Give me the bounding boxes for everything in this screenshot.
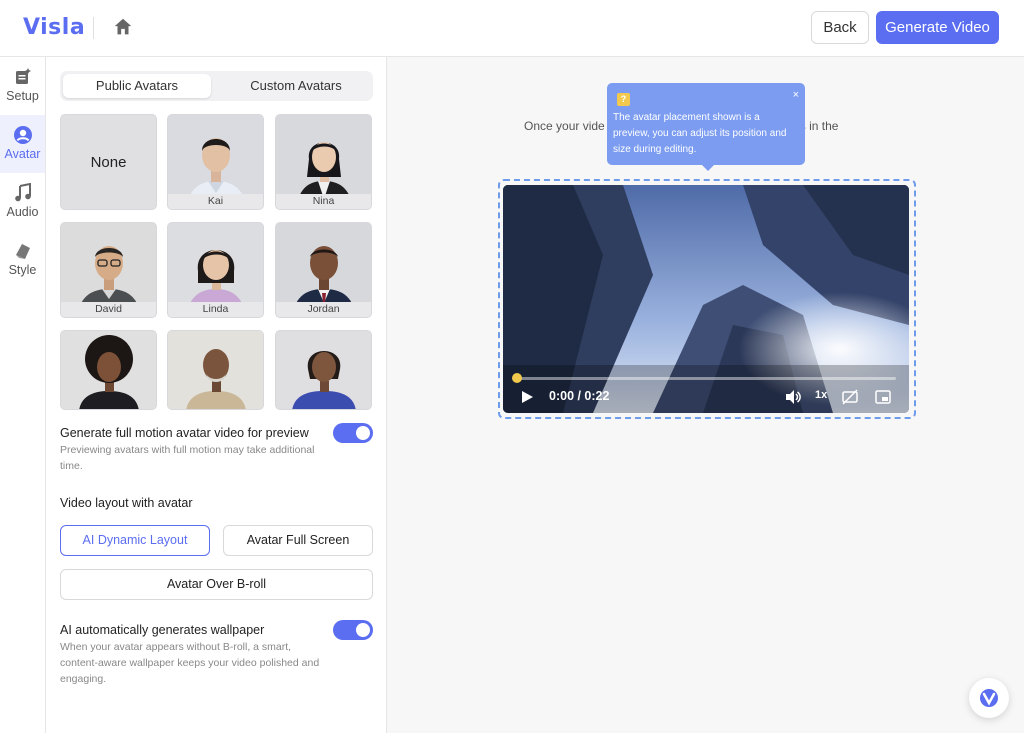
visla-assistant-icon: [980, 689, 998, 707]
avatar-image-9: [276, 331, 371, 409]
avatar-image-7: [61, 331, 156, 409]
tooltip-text: The avatar placement shown is a preview,…: [613, 112, 787, 155]
avatar-icon: [13, 125, 33, 145]
avatar-type-tabs: Public Avatars Custom Avatars: [60, 71, 373, 101]
assistant-fab[interactable]: [969, 678, 1009, 718]
captions-off-icon[interactable]: [841, 388, 859, 406]
avatar-card-9[interactable]: [275, 330, 372, 410]
avatar-name-jordan: Jordan: [276, 302, 371, 317]
wallpaper-toggle[interactable]: [333, 620, 373, 640]
layout-ai-dynamic-button[interactable]: AI Dynamic Layout: [60, 525, 210, 556]
play-icon[interactable]: [520, 390, 534, 404]
avatar-card-david[interactable]: David: [60, 222, 157, 318]
avatar-card-7[interactable]: [60, 330, 157, 410]
setup-icon: [13, 67, 33, 87]
avatar-name-kai: Kai: [168, 194, 263, 209]
playback-speed[interactable]: 1x: [815, 389, 827, 401]
avatar-card-none[interactable]: None: [60, 114, 157, 210]
avatar-card-jordan[interactable]: Jordan: [275, 222, 372, 318]
info-text-left: Once your vide: [524, 119, 605, 133]
generate-video-button[interactable]: Generate Video: [876, 11, 999, 44]
tab-public-avatars[interactable]: Public Avatars: [63, 74, 211, 98]
avatar-name-david: David: [61, 302, 156, 317]
rail-label-setup: Setup: [6, 89, 39, 103]
left-rail: Setup Avatar Audio Style: [0, 57, 46, 733]
avatar-image-8: [168, 331, 263, 409]
music-note-icon: [13, 182, 33, 203]
rail-item-setup[interactable]: Setup: [0, 57, 45, 115]
full-motion-title: Generate full motion avatar video for pr…: [60, 426, 309, 440]
layout-avatar-over-broll-button[interactable]: Avatar Over B-roll: [60, 569, 373, 600]
video-progress-track[interactable]: [516, 377, 896, 380]
home-icon[interactable]: [112, 16, 134, 38]
avatar-name-nina: Nina: [276, 194, 371, 209]
preview-area: Once your vide onal edits in the ? × The…: [387, 57, 1024, 733]
layout-title: Video layout with avatar: [60, 496, 193, 510]
wallpaper-desc: When your avatar appears without B-roll,…: [60, 641, 320, 685]
back-button[interactable]: Back: [811, 11, 869, 44]
avatar-card-kai[interactable]: Kai: [167, 114, 264, 210]
tab-custom-avatars[interactable]: Custom Avatars: [222, 74, 370, 98]
layout-avatar-full-screen-button[interactable]: Avatar Full Screen: [223, 525, 373, 556]
rail-label-avatar: Avatar: [4, 147, 41, 161]
full-motion-toggle[interactable]: [333, 423, 373, 443]
app-header: Visla Back Generate Video: [0, 0, 1024, 57]
volume-icon[interactable]: [784, 388, 802, 406]
avatar-panel: Public Avatars Custom Avatars None Kai N…: [46, 57, 387, 733]
rail-label-style: Style: [8, 263, 37, 277]
header-divider: [93, 17, 94, 39]
rail-label-audio: Audio: [6, 205, 39, 219]
video-player[interactable]: 0:00 / 0:22 1x: [503, 185, 909, 413]
rail-item-avatar[interactable]: Avatar: [0, 115, 45, 173]
wallpaper-title: AI automatically generates wallpaper: [60, 623, 265, 637]
full-motion-desc: Previewing avatars with full motion may …: [60, 444, 315, 472]
tooltip-arrow: [702, 165, 714, 171]
avatar-card-nina[interactable]: Nina: [275, 114, 372, 210]
rail-item-style[interactable]: Style: [0, 231, 45, 289]
close-icon[interactable]: ×: [793, 87, 799, 103]
style-icon: [13, 241, 33, 261]
help-icon: ?: [617, 93, 630, 106]
placement-tooltip: ? × The avatar placement shown is a prev…: [607, 83, 805, 171]
video-progress-handle[interactable]: [512, 373, 522, 383]
avatar-card-linda[interactable]: Linda: [167, 222, 264, 318]
rail-item-audio[interactable]: Audio: [0, 173, 45, 231]
avatar-none-label: None: [90, 153, 127, 171]
avatar-card-8[interactable]: [167, 330, 264, 410]
avatar-name-linda: Linda: [168, 302, 263, 317]
visla-logo[interactable]: Visla: [23, 15, 85, 40]
fullscreen-icon[interactable]: [874, 388, 892, 406]
toggle-knob: [356, 426, 370, 440]
toggle-knob: [356, 623, 370, 637]
video-time: 0:00 / 0:22: [549, 389, 610, 403]
